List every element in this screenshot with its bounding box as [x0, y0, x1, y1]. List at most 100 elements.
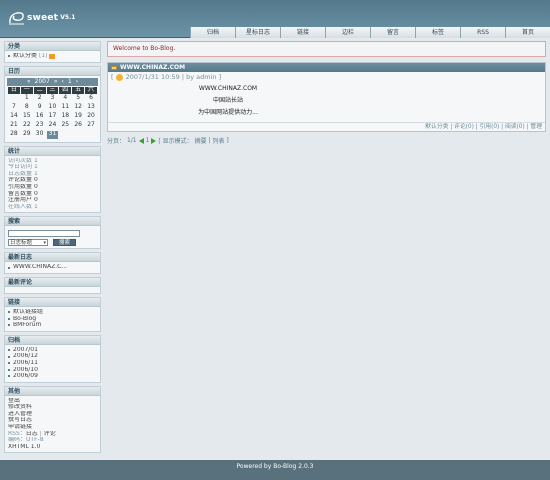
- recent-post-item[interactable]: WWW.CHINAZ.C...: [8, 264, 97, 271]
- calendar-day[interactable]: 19: [72, 112, 84, 121]
- next-page-arrow-icon[interactable]: [151, 137, 157, 144]
- calendar-day[interactable]: 22: [21, 121, 33, 130]
- post-trackbacks-link[interactable]: 引用(0): [479, 124, 499, 130]
- prev-page-arrow-icon[interactable]: [138, 137, 144, 144]
- post-title[interactable]: WWW.CHINAZ.COM: [120, 63, 185, 72]
- calendar-day[interactable]: 7: [8, 103, 20, 112]
- link-item[interactable]: BMForum: [8, 322, 97, 329]
- post-author[interactable]: admin: [196, 72, 216, 82]
- link-item-label[interactable]: 默认链接组: [13, 309, 43, 316]
- search-input[interactable]: [8, 230, 80, 238]
- calendar-day[interactable]: 4: [59, 94, 71, 103]
- nav-rss[interactable]: RSS: [460, 27, 505, 38]
- calendar-day[interactable]: 23: [34, 121, 46, 130]
- archive-item[interactable]: 2006/12: [8, 353, 97, 360]
- other-link[interactable]: 进入管理: [8, 411, 97, 418]
- calendar-day[interactable]: 10: [47, 103, 59, 112]
- calendar-day[interactable]: 18: [59, 112, 71, 121]
- stat-row: 今日访问 1: [8, 164, 97, 171]
- link-item-label[interactable]: Bo-Blog: [13, 316, 36, 323]
- link-item[interactable]: Bo-Blog: [8, 316, 97, 323]
- archive-item-label[interactable]: 2006/10: [13, 367, 38, 374]
- calendar-next-year[interactable]: »: [54, 78, 58, 86]
- stat-label: 今日访问: [8, 164, 33, 171]
- search-button[interactable]: 搜索: [53, 239, 77, 247]
- calendar-day[interactable]: 5: [72, 94, 84, 103]
- calendar-next-month[interactable]: ›: [76, 78, 78, 86]
- calendar-day[interactable]: 17: [47, 112, 59, 121]
- calendar-day[interactable]: 2: [34, 94, 46, 103]
- calendar-prev-month[interactable]: ‹: [61, 78, 63, 86]
- link-item-label[interactable]: BMForum: [13, 322, 41, 329]
- rss-comment-link[interactable]: 评论: [44, 431, 56, 438]
- post-comments-link[interactable]: 评论(0): [454, 124, 474, 130]
- post-admin-link[interactable]: 管理: [530, 124, 542, 130]
- stat-label: 注册用户: [8, 197, 33, 204]
- nav-links[interactable]: 链接: [280, 27, 325, 38]
- calendar-day[interactable]: 21: [8, 121, 20, 130]
- calendar-day[interactable]: 30: [34, 130, 46, 139]
- post-category-link[interactable]: 默认分类: [425, 124, 448, 130]
- nav-archive[interactable]: 归档: [190, 27, 235, 38]
- rss-log-link[interactable]: 日志: [26, 431, 38, 438]
- calendar-day[interactable]: 20: [85, 112, 97, 121]
- other-link[interactable]: 登出: [8, 398, 97, 405]
- calendar-prev-year[interactable]: «: [27, 78, 31, 86]
- recent-post-label[interactable]: WWW.CHINAZ.C...: [13, 264, 67, 271]
- nav-guestbook[interactable]: 留言: [370, 27, 415, 38]
- calendar-day[interactable]: 24: [47, 121, 59, 130]
- other-link[interactable]: 申请链接: [8, 424, 97, 431]
- archive-item[interactable]: 2006/10: [8, 367, 97, 374]
- archive-item[interactable]: 2006/09: [8, 373, 97, 380]
- calendar-day[interactable]: 28: [8, 130, 20, 139]
- nav-home[interactable]: 首页: [505, 27, 550, 38]
- calendar-day[interactable]: 27: [85, 121, 97, 130]
- nav-starred[interactable]: 星标日志: [235, 27, 280, 38]
- nav-sidebar[interactable]: 边栏: [325, 27, 370, 38]
- xhtml-link[interactable]: XHTML 1.0: [8, 444, 97, 451]
- calendar-day[interactable]: 15: [21, 112, 33, 121]
- display-mode-summary[interactable]: 摘要: [195, 136, 207, 145]
- post-reads-link[interactable]: 阅读(0): [505, 124, 525, 130]
- archive-item-label[interactable]: 2006/11: [13, 360, 38, 367]
- bullet-icon: [8, 317, 10, 320]
- logo[interactable]: sweet V5.1: [8, 9, 75, 26]
- display-mode-list[interactable]: 列表: [212, 136, 224, 145]
- calendar-day[interactable]: 6: [85, 94, 97, 103]
- stat-value: 1: [33, 164, 38, 171]
- category-item[interactable]: 默认分类 [1]: [8, 53, 97, 60]
- calendar-day[interactable]: 1: [21, 94, 33, 103]
- calendar-day[interactable]: 3: [47, 94, 59, 103]
- logo-version: V5.1: [60, 14, 76, 21]
- archive-item-label[interactable]: 2007/01: [13, 347, 38, 354]
- calendar-day[interactable]: 29: [21, 130, 33, 139]
- archive-item[interactable]: 2006/11: [8, 360, 97, 367]
- calendar-day[interactable]: 14: [8, 112, 20, 121]
- other-link[interactable]: 修改资料: [8, 404, 97, 411]
- calendar-day[interactable]: 9: [34, 103, 46, 112]
- category-label[interactable]: 默认分类: [13, 53, 37, 60]
- archive-item[interactable]: 2007/01: [8, 347, 97, 354]
- archive-item-label[interactable]: 2006/09: [13, 373, 38, 380]
- calendar-day[interactable]: 25: [59, 121, 71, 130]
- calendar-empty-cell: [72, 131, 84, 139]
- stat-label: 在线人数: [8, 203, 33, 210]
- stat-value: 0: [33, 197, 38, 204]
- calendar-day[interactable]: 12: [72, 103, 84, 112]
- calendar-box: 日历 « 2007 » ‹ 1 › 日一二三四五六 1 2 3 4 5 6 7 8 9 10 11 1…: [4, 65, 101, 143]
- archive-item-label[interactable]: 2006/12: [13, 353, 38, 360]
- calendar-day[interactable]: 26: [72, 121, 84, 130]
- calendar-day[interactable]: 11: [59, 103, 71, 112]
- calendar-day[interactable]: 16: [34, 112, 46, 121]
- display-mode-close: ]: [226, 137, 229, 144]
- search-scope-select[interactable]: 日志标题 ▾: [8, 239, 48, 247]
- post-body: WWW.CHINAZ.COM 中国站长站 为中国网站提供动力...: [138, 82, 318, 122]
- calendar-day[interactable]: 13: [85, 103, 97, 112]
- calendar-day[interactable]: 8: [21, 103, 33, 112]
- rss-icon[interactable]: [49, 53, 56, 59]
- link-item[interactable]: 默认链接组: [8, 309, 97, 316]
- calendar-day[interactable]: 31: [46, 130, 59, 139]
- search-scope-value: 日志标题: [10, 239, 33, 246]
- other-link[interactable]: 撰写日志: [8, 417, 97, 424]
- nav-tags[interactable]: 标签: [415, 27, 460, 38]
